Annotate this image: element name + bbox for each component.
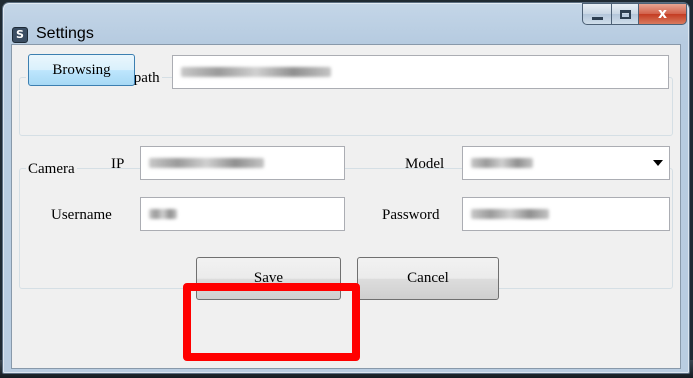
save-button[interactable]: Save bbox=[196, 257, 341, 300]
password-value bbox=[471, 209, 549, 219]
caption-buttons: x bbox=[582, 3, 687, 25]
recording-path-field[interactable] bbox=[172, 55, 669, 89]
maximize-button[interactable] bbox=[611, 3, 639, 25]
password-field[interactable] bbox=[462, 197, 670, 231]
minimize-button[interactable] bbox=[582, 3, 611, 25]
window-title: Settings bbox=[36, 25, 94, 42]
chevron-down-icon[interactable] bbox=[653, 160, 663, 166]
cancel-button[interactable]: Cancel bbox=[357, 257, 499, 300]
username-label: Username bbox=[51, 207, 112, 223]
recording-path-value bbox=[181, 67, 331, 77]
password-label: Password bbox=[382, 207, 440, 223]
maximize-icon bbox=[619, 9, 631, 19]
ip-value bbox=[149, 158, 264, 168]
minimize-icon bbox=[591, 16, 603, 20]
model-value bbox=[471, 158, 533, 168]
title-bar[interactable]: S Settings x bbox=[3, 3, 689, 43]
model-label: Model bbox=[405, 156, 445, 172]
username-value bbox=[149, 209, 177, 219]
ip-field[interactable] bbox=[140, 146, 345, 180]
browse-button[interactable]: Browsing bbox=[28, 54, 135, 86]
camera-group-label: Camera bbox=[26, 160, 77, 178]
settings-app-icon: S bbox=[12, 27, 28, 43]
close-icon: x bbox=[657, 6, 668, 22]
close-button[interactable]: x bbox=[639, 3, 687, 25]
model-select[interactable] bbox=[462, 146, 670, 180]
ip-label: IP bbox=[111, 156, 125, 172]
username-field[interactable] bbox=[140, 197, 345, 231]
